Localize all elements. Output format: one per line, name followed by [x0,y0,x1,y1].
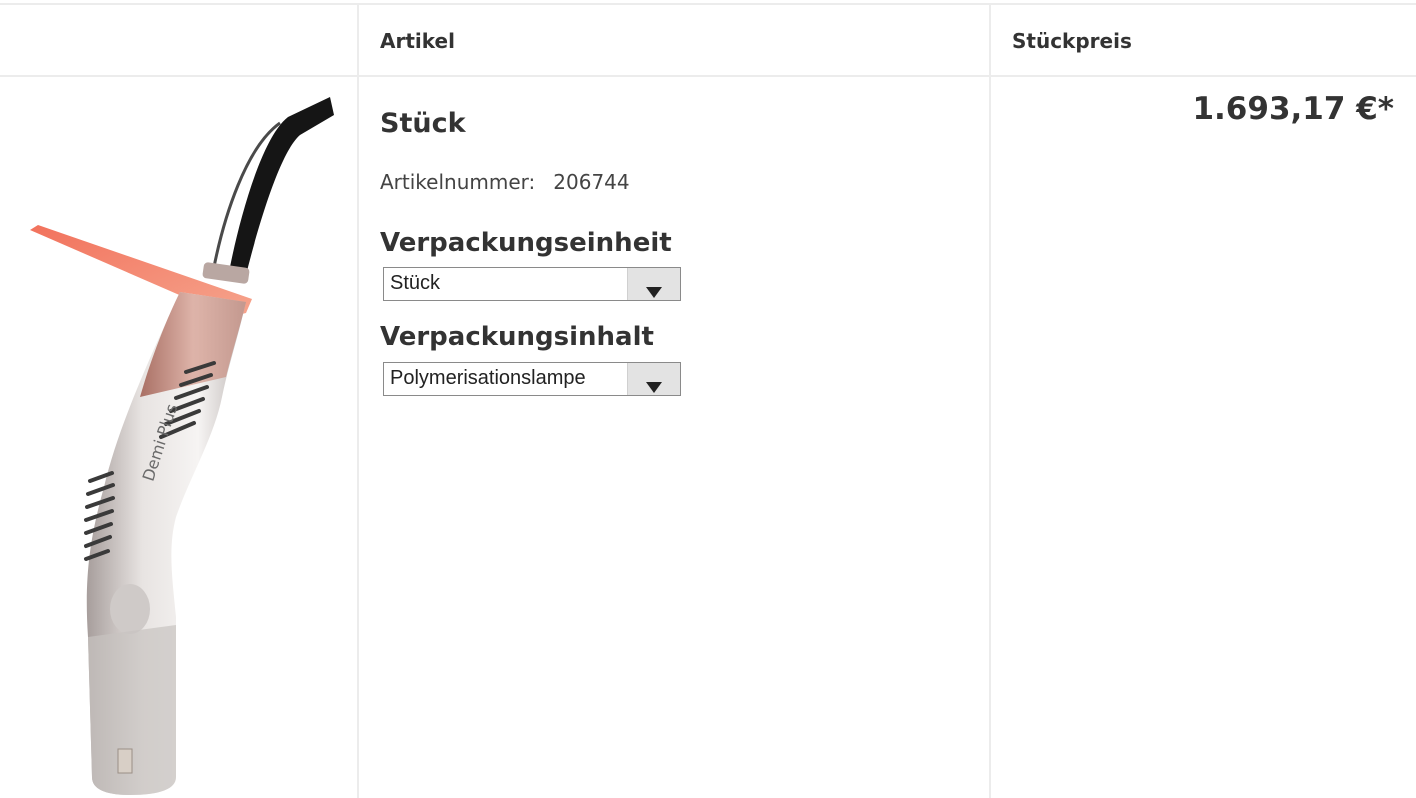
article-number: Artikelnummer: 206744 [380,170,630,194]
packaging-unit-label: Verpackungseinheit [380,228,672,258]
packaging-content-selected: Polymerisationslampe [390,367,586,389]
product-title[interactable]: Stück [380,108,466,139]
article-number-value: 206744 [553,170,630,194]
packaging-unit-selected: Stück [390,272,441,294]
product-image[interactable]: Demi Plus [0,77,357,798]
unit-price: 1.693,17 €* [1192,91,1394,127]
table-top-border [0,3,1416,5]
header-unit-price: Stückpreis [1012,29,1132,53]
product-table: Artikel Stückpreis Demi Plus Stück Artik… [0,0,1416,798]
header-article: Artikel [380,29,455,53]
column-divider [989,3,991,798]
chevron-down-icon[interactable] [627,268,680,300]
packaging-content-label: Verpackungsinhalt [380,322,654,352]
article-number-label: Artikelnummer: [380,170,536,194]
packaging-unit-select[interactable]: Stück [383,267,681,301]
chevron-down-icon[interactable] [627,363,680,395]
column-divider [357,3,359,798]
curing-light-illustration: Demi Plus [30,97,334,795]
packaging-content-select[interactable]: Polymerisationslampe [383,362,681,396]
